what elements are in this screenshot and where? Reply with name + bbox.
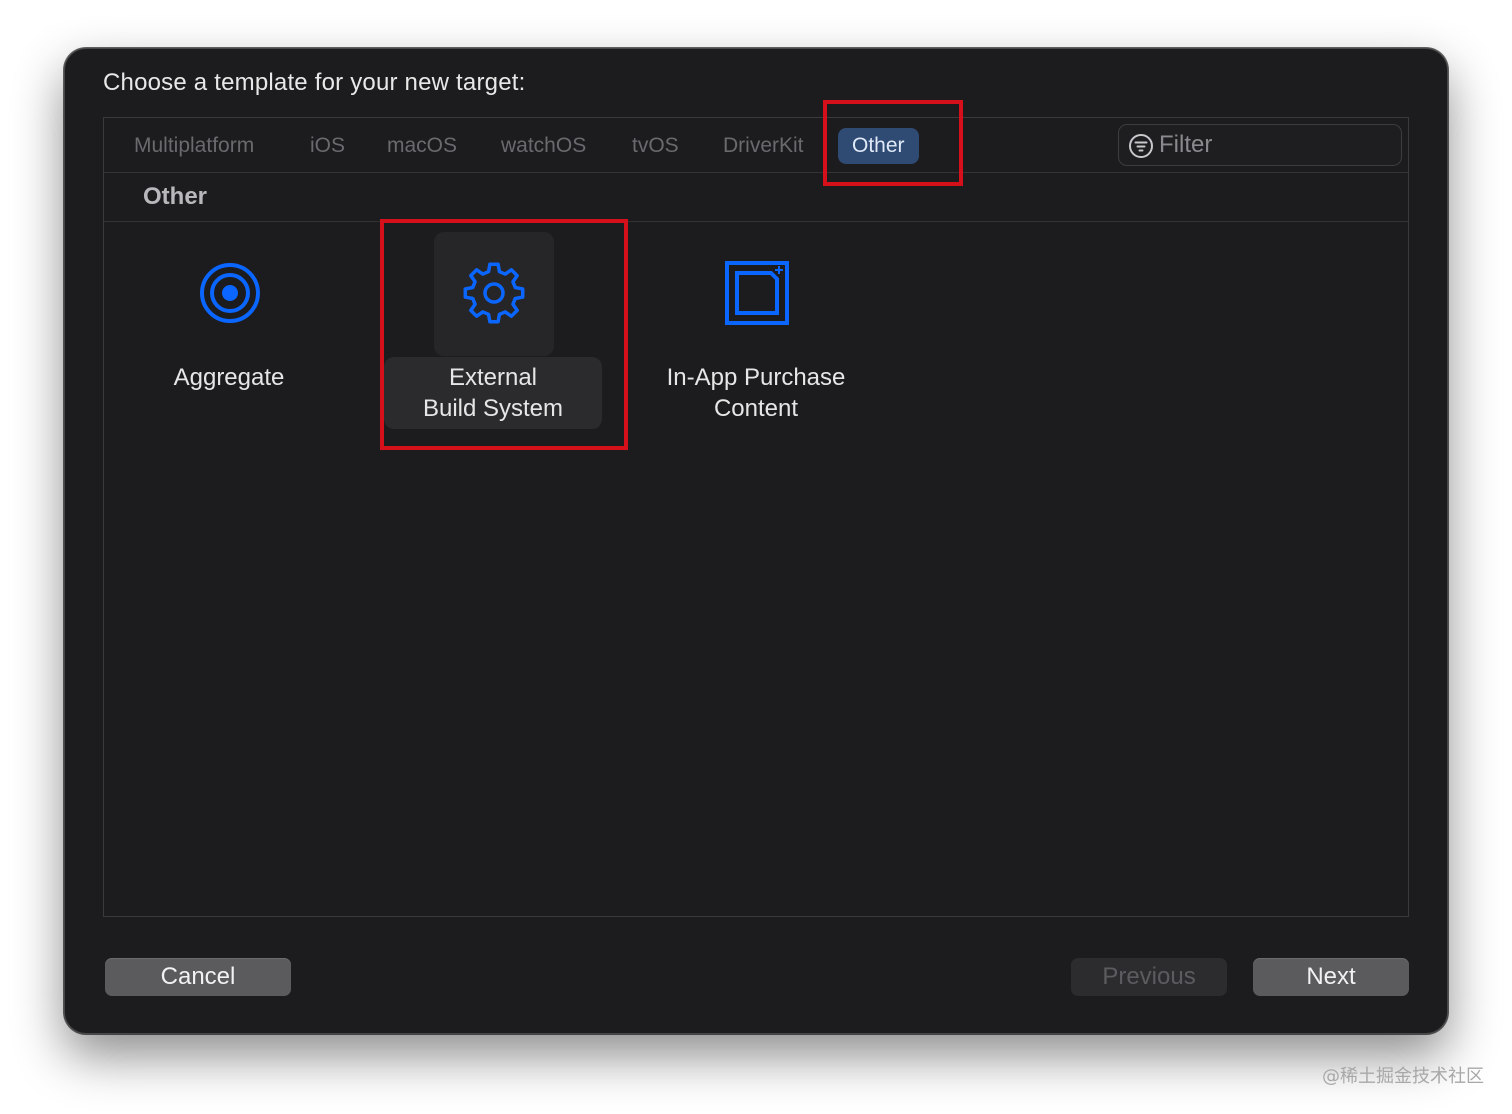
template-aggregate[interactable]: Aggregate xyxy=(114,226,344,436)
filter-field[interactable] xyxy=(1118,124,1402,166)
template-in-app-purchase-content[interactable]: In-App Purchase Content xyxy=(641,226,871,436)
section-title: Other xyxy=(143,183,208,210)
tab-other[interactable]: Other xyxy=(838,128,919,164)
target-icon xyxy=(200,263,260,323)
template-external-build-system[interactable]: External Build System xyxy=(378,226,608,436)
gear-icon xyxy=(463,262,525,324)
dialog-title: Choose a template for your new target: xyxy=(103,69,526,96)
section-header: Other xyxy=(104,173,1408,222)
template-panel: Multiplatform iOS macOS watchOS tvOS Dri… xyxy=(103,117,1409,917)
tab-watchos[interactable]: watchOS xyxy=(501,128,586,164)
platform-tab-bar: Multiplatform iOS macOS watchOS tvOS Dri… xyxy=(104,118,1408,173)
tab-ios[interactable]: iOS xyxy=(310,128,345,164)
watermark: @稀土掘金技术社区 xyxy=(1322,1066,1484,1087)
in-app-purchase-icon xyxy=(725,261,789,325)
previous-button[interactable]: Previous xyxy=(1071,958,1227,996)
tab-macos[interactable]: macOS xyxy=(387,128,457,164)
template-label: Aggregate xyxy=(173,364,285,391)
tab-tvos[interactable]: tvOS xyxy=(632,128,679,164)
cancel-button[interactable]: Cancel xyxy=(105,958,291,996)
tab-driverkit[interactable]: DriverKit xyxy=(723,128,804,164)
template-label: External Build System xyxy=(422,364,564,422)
filter-icon xyxy=(1129,134,1153,158)
new-target-dialog: Choose a template for your new target: M… xyxy=(64,48,1448,1034)
tab-multiplatform[interactable]: Multiplatform xyxy=(134,128,254,164)
template-label: In-App Purchase Content xyxy=(666,364,846,422)
filter-input[interactable] xyxy=(1159,125,1389,165)
next-button[interactable]: Next xyxy=(1253,958,1409,996)
